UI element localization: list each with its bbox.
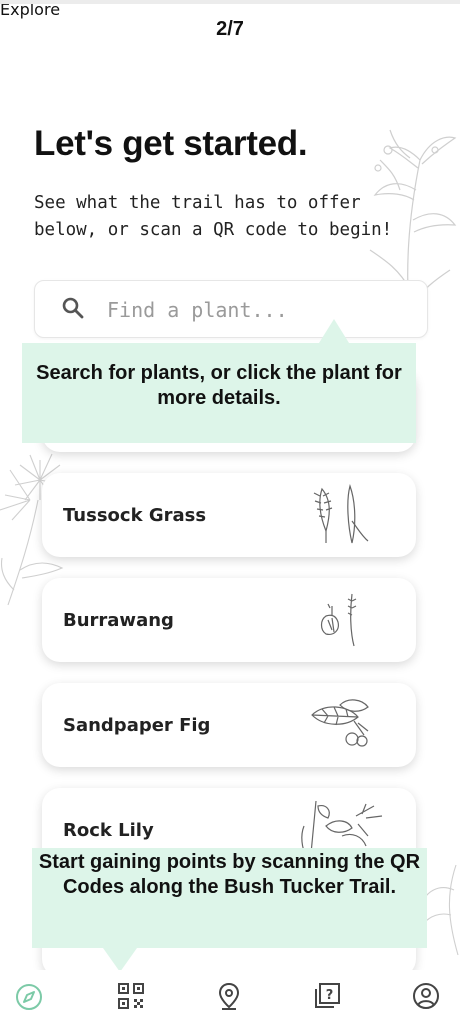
- nav-map[interactable]: [213, 980, 253, 1020]
- nav-quiz[interactable]: ?: [311, 980, 351, 1020]
- burrawang-illustration: [320, 593, 357, 647]
- plant-name: Tussock Grass: [63, 505, 207, 526]
- tussock-grass-illustration: [313, 483, 369, 544]
- plant-card[interactable]: Sandpaper Fig: [42, 683, 416, 767]
- nav-scan[interactable]: [115, 980, 155, 1020]
- svg-text:?: ?: [326, 988, 334, 1003]
- plant-card[interactable]: Burrawang: [42, 578, 416, 662]
- scan-tooltip-text: Start gaining points by scanning the QR …: [38, 851, 421, 898]
- tooltip-arrow: [319, 319, 349, 343]
- scan-tooltip: Start gaining points by scanning the QR …: [32, 848, 427, 972]
- page-title: Let's get started.: [34, 124, 308, 163]
- profile-icon: [413, 983, 439, 1009]
- sandpaper-fig-illustration: [311, 699, 369, 747]
- plant-card[interactable]: Tussock Grass: [42, 473, 416, 557]
- location-pin-icon: [218, 982, 240, 1010]
- qr-code-icon: [118, 983, 144, 1009]
- page-subtitle: See what the trail has to offer below, o…: [34, 193, 393, 240]
- search-bar[interactable]: [34, 280, 428, 338]
- search-input[interactable]: [105, 291, 409, 329]
- tooltip-arrow: [103, 948, 137, 972]
- quiz-icon: ?: [315, 983, 340, 1008]
- nav-explore[interactable]: [12, 980, 52, 1020]
- search-icon: [62, 297, 84, 319]
- plant-name: Rock Lily: [63, 820, 154, 841]
- search-tooltip: Search for plants, or click the plant fo…: [22, 319, 416, 443]
- search-tooltip-text: Search for plants, or click the plant fo…: [36, 362, 402, 409]
- plant-name: Sandpaper Fig: [63, 715, 211, 736]
- bottom-navigation: ?: [0, 970, 460, 1027]
- plant-name: Burrawang: [63, 610, 174, 631]
- nav-profile[interactable]: [410, 980, 450, 1020]
- step-indicator: 2/7: [216, 18, 244, 40]
- status-bar-divider: [0, 0, 460, 4]
- compass-icon: [16, 984, 42, 1010]
